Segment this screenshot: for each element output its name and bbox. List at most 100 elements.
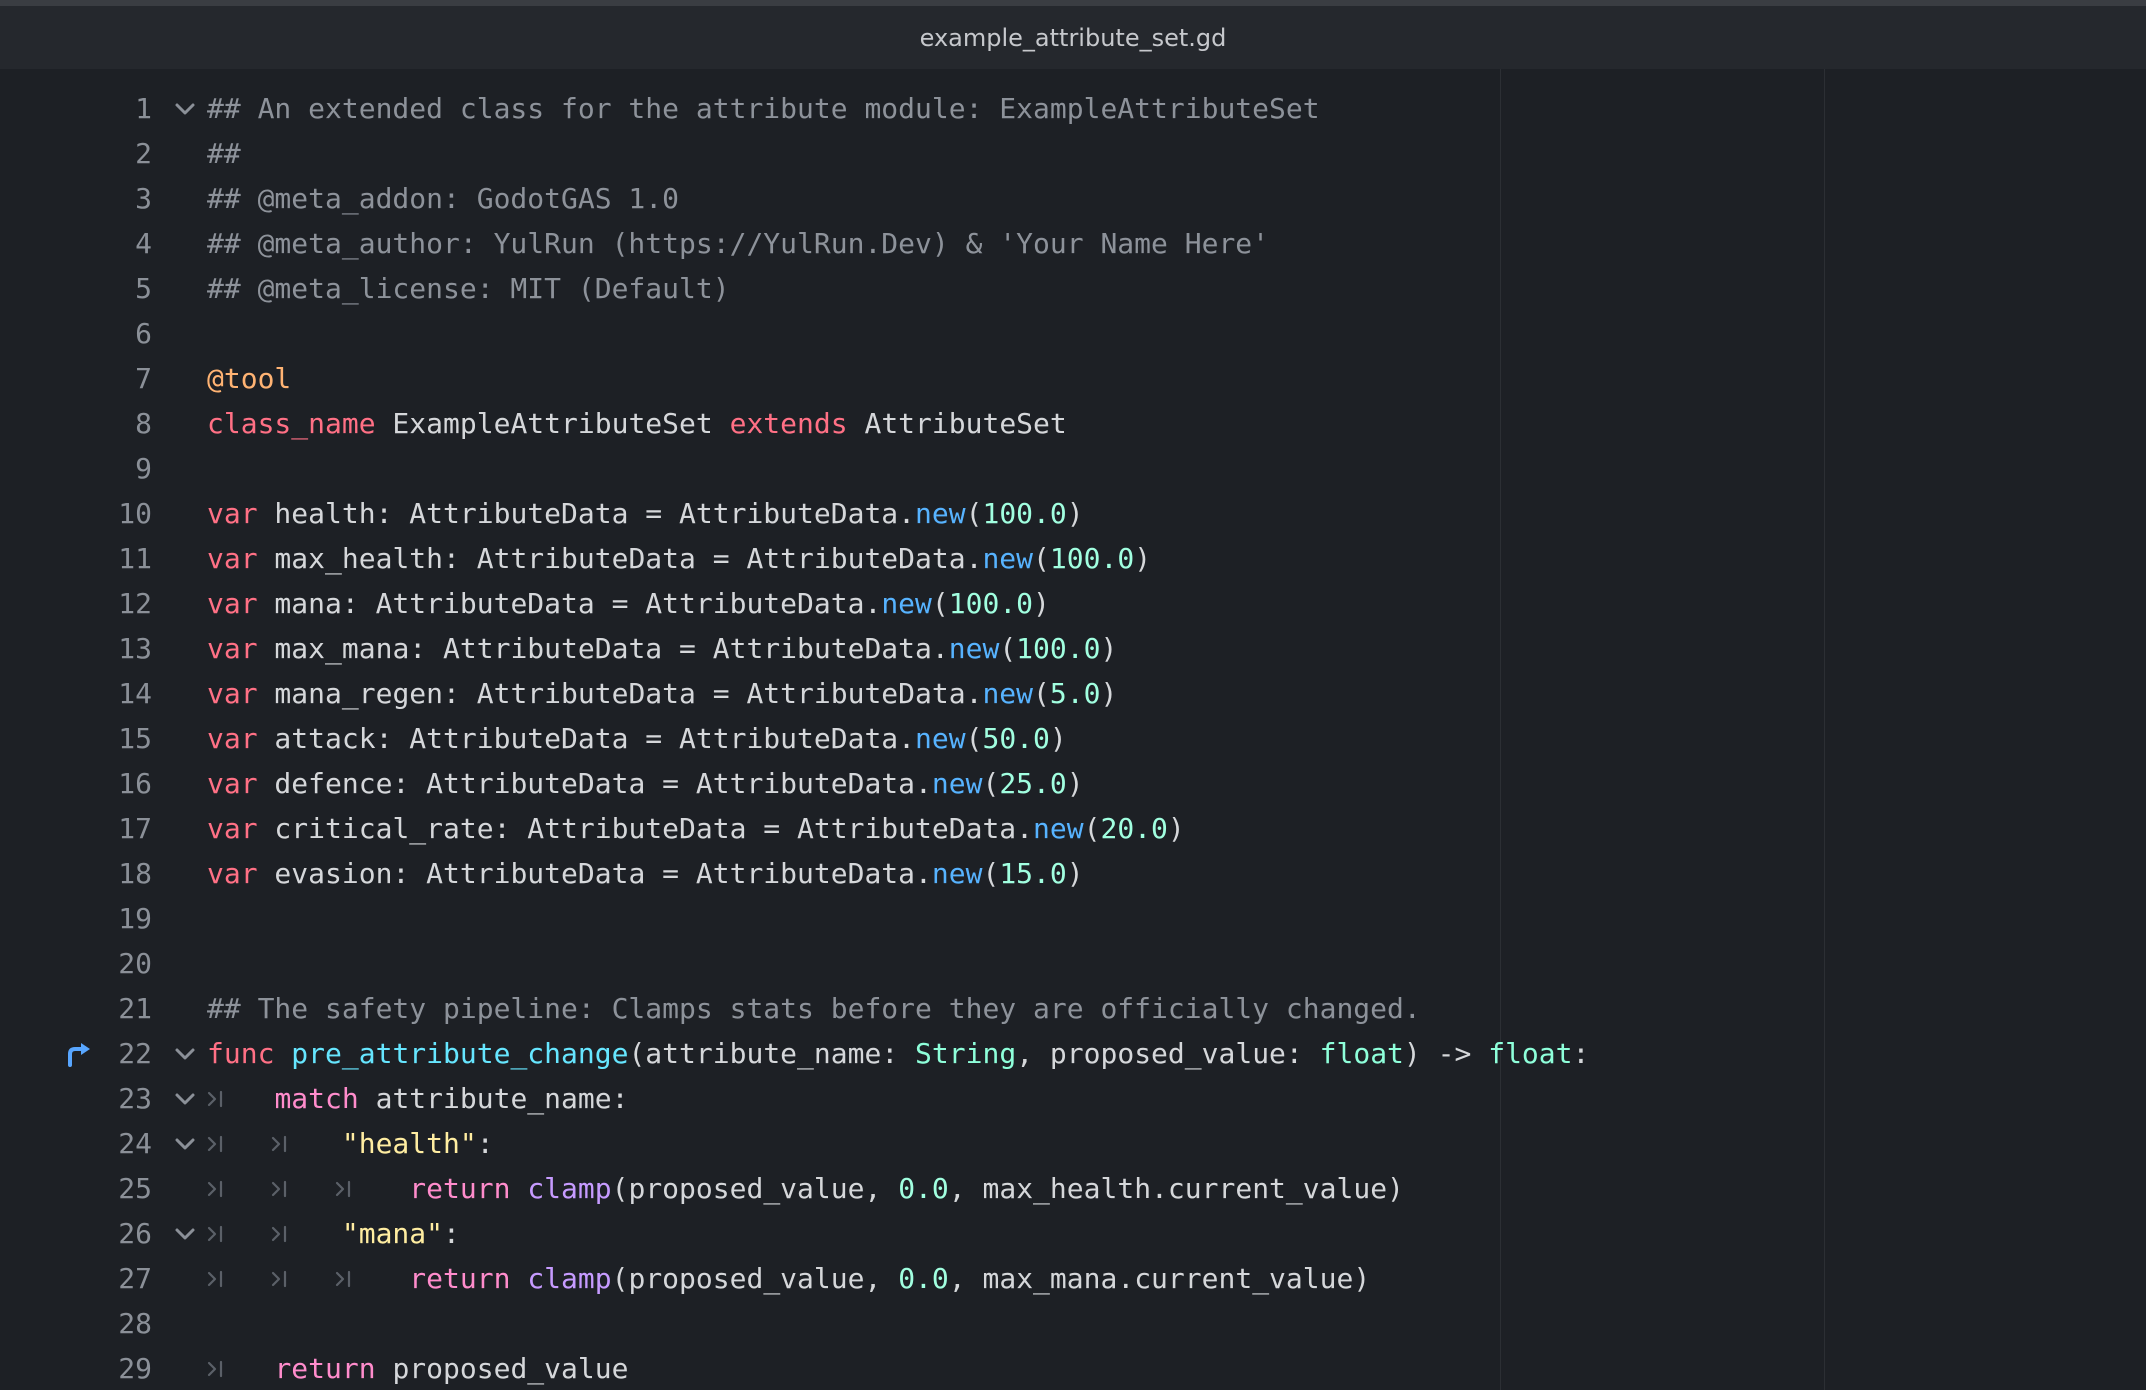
code-token: 50.0 (982, 722, 1050, 755)
code-token: ## An extended class for the attribute m… (207, 92, 1320, 125)
code-text: ## @meta_addon: GodotGAS 1.0 (207, 176, 679, 221)
fold-chevron-icon[interactable] (173, 1088, 197, 1110)
code-token: ## @meta_author: YulRun (https://YulRun.… (207, 227, 1270, 260)
code-token: ( (965, 722, 983, 755)
code-token: 20.0 (1100, 812, 1168, 845)
code-token: ## @meta_addon: GodotGAS 1.0 (207, 182, 680, 215)
code-text: "mana": (207, 1211, 460, 1256)
code-line[interactable]: 15 var attack: AttributeData = AttributeD… (0, 716, 2146, 761)
file-tab-title[interactable]: example_attribute_set.gd (920, 24, 1227, 52)
code-token: , proposed_value: (1016, 1037, 1320, 1070)
code-token: max_health: AttributeData = AttributeDat… (257, 542, 983, 575)
line-number[interactable]: 18 (60, 851, 152, 896)
code-token: ## @meta_license: MIT (Default) (207, 272, 730, 305)
line-number[interactable]: 22 (60, 1031, 152, 1076)
code-token: var (207, 497, 258, 530)
code-line[interactable]: 16 var defence: AttributeData = Attribute… (0, 761, 2146, 806)
code-token: ## (207, 137, 241, 170)
code-text: match attribute_name: (207, 1076, 628, 1121)
fold-chevron-icon[interactable] (173, 1223, 197, 1245)
code-line[interactable]: 28 (0, 1301, 2146, 1346)
code-line[interactable]: 11 var max_health: AttributeData = Attrib… (0, 536, 2146, 581)
code-line[interactable]: 25 return clamp(proposed_value, 0.0, max… (0, 1166, 2146, 1211)
code-line[interactable]: 19 (0, 896, 2146, 941)
code-token: ( (999, 632, 1017, 665)
code-line[interactable]: 10 var health: AttributeData = AttributeD… (0, 491, 2146, 536)
code-line[interactable]: 14 var mana_regen: AttributeData = Attrib… (0, 671, 2146, 716)
line-number[interactable]: 27 (60, 1256, 152, 1301)
line-number[interactable]: 6 (60, 311, 152, 356)
line-number[interactable]: 26 (60, 1211, 152, 1256)
line-number[interactable]: 10 (60, 491, 152, 536)
code-token: new (915, 722, 966, 755)
code-line[interactable]: 22 func pre_attribute_change(attribute_na… (0, 1031, 2146, 1076)
line-number[interactable]: 11 (60, 536, 152, 581)
line-number[interactable]: 28 (60, 1301, 152, 1346)
fold-chevron-icon[interactable] (173, 1133, 197, 1155)
line-number[interactable]: 29 (60, 1346, 152, 1390)
code-line[interactable]: 3 ## @meta_addon: GodotGAS 1.0 (0, 176, 2146, 221)
code-line[interactable]: 6 (0, 311, 2146, 356)
line-number[interactable]: 25 (60, 1166, 152, 1211)
line-number[interactable]: 21 (60, 986, 152, 1031)
code-token: : (443, 1217, 460, 1250)
line-number[interactable]: 7 (60, 356, 152, 401)
code-text: var mana: AttributeData = AttributeData.… (207, 581, 1050, 626)
line-number[interactable]: 24 (60, 1121, 152, 1166)
code-line[interactable]: 7 @tool (0, 356, 2146, 401)
line-number[interactable]: 1 (60, 86, 152, 131)
code-line[interactable]: 2 ## (0, 131, 2146, 176)
code-line[interactable]: 17 var critical_rate: AttributeData = Att… (0, 806, 2146, 851)
code-line[interactable]: 20 (0, 941, 2146, 986)
code-line[interactable]: 5 ## @meta_license: MIT (Default) (0, 266, 2146, 311)
line-number[interactable]: 3 (60, 176, 152, 221)
fold-chevron-icon[interactable] (173, 98, 197, 120)
line-number[interactable]: 9 (60, 446, 152, 491)
line-number[interactable]: 20 (60, 941, 152, 986)
code-line[interactable]: 24 "health": (0, 1121, 2146, 1166)
code-token: ) (1066, 767, 1084, 800)
code-line[interactable]: 27 return clamp(proposed_value, 0.0, max… (0, 1256, 2146, 1301)
code-token: AttributeSet (847, 407, 1067, 440)
code-token: 100.0 (948, 587, 1034, 620)
code-token: ( (1033, 677, 1050, 710)
code-token: (proposed_value, (611, 1172, 899, 1205)
code-line[interactable]: 13 var max_mana: AttributeData = Attribut… (0, 626, 2146, 671)
code-token: new (931, 767, 983, 800)
line-number[interactable]: 14 (60, 671, 152, 716)
line-number[interactable]: 19 (60, 896, 152, 941)
line-number[interactable]: 12 (60, 581, 152, 626)
code-line[interactable]: 9 (0, 446, 2146, 491)
code-token: match (274, 1082, 359, 1115)
code-line[interactable]: 18 var evasion: AttributeData = Attribute… (0, 851, 2146, 896)
line-number[interactable]: 23 (60, 1076, 152, 1121)
code-token: ) (1049, 722, 1067, 755)
code-token: attack: AttributeData = AttributeData. (257, 722, 916, 755)
code-token: "health" (341, 1127, 477, 1160)
code-token: ## The safety pipeline: Clamps stats bef… (207, 992, 1421, 1025)
code-token: new (1033, 812, 1084, 845)
code-token: clamp (527, 1262, 612, 1295)
code-line[interactable]: 4 ## @meta_author: YulRun (https://YulRun… (0, 221, 2146, 266)
code-line[interactable]: 1 ## An extended class for the attribute … (0, 86, 2146, 131)
line-number[interactable]: 15 (60, 716, 152, 761)
fold-chevron-icon[interactable] (173, 1043, 197, 1065)
line-number[interactable]: 2 (60, 131, 152, 176)
code-line[interactable]: 12 var mana: AttributeData = AttributeDat… (0, 581, 2146, 626)
code-line[interactable]: 21 ## The safety pipeline: Clamps stats b… (0, 986, 2146, 1031)
line-number[interactable]: 8 (60, 401, 152, 446)
line-number[interactable]: 17 (60, 806, 152, 851)
code-line[interactable]: 26 "mana": (0, 1211, 2146, 1256)
line-number[interactable]: 16 (60, 761, 152, 806)
code-line[interactable]: 8 class_name ExampleAttributeSet extends … (0, 401, 2146, 446)
code-line[interactable]: 23 match attribute_name: (0, 1076, 2146, 1121)
line-number[interactable]: 13 (60, 626, 152, 671)
code-line[interactable]: 29 return proposed_value (0, 1346, 2146, 1390)
line-number[interactable]: 5 (60, 266, 152, 311)
code-token: ) (1033, 587, 1050, 620)
line-number[interactable]: 4 (60, 221, 152, 266)
code-token: ( (982, 857, 1000, 890)
code-editor[interactable]: 1 ## An extended class for the attribute … (0, 69, 2146, 1390)
